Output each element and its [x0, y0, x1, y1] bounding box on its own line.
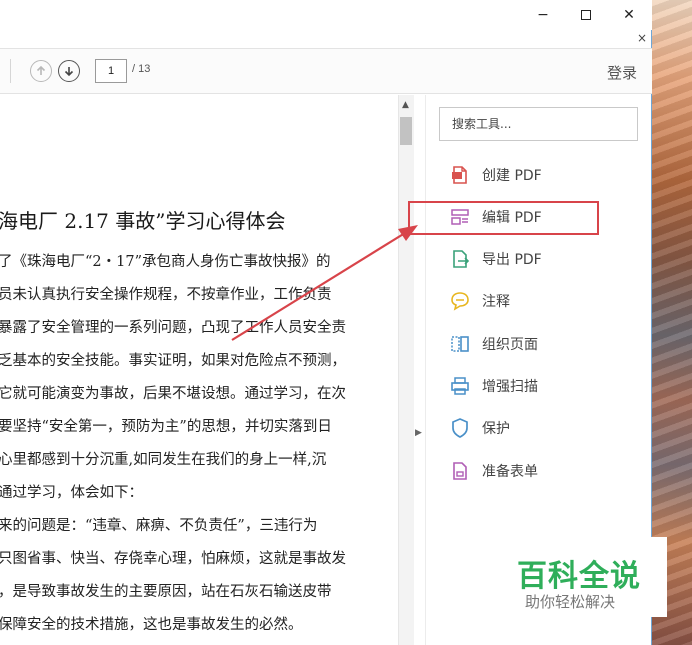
document-line: 乏基本的安全技能。事实证明，如果对危险点不预测， [0, 353, 346, 369]
document-line: 要坚持“安全第一，预防为主”的思想，并切实落到日 [0, 419, 332, 435]
tool-prepare-form[interactable]: 准备表单 [449, 456, 629, 486]
document-line: 通过学习，体会如下： [0, 485, 143, 501]
tab-close-button[interactable]: × [634, 30, 650, 46]
watermark: 百科全说 助你轻松解决 [504, 537, 667, 617]
document-line: ，是导致事故发生的主要原因，站在石灰石输送皮带 [0, 584, 332, 600]
toolbar-divider [10, 59, 11, 83]
edit-pdf-highlight-box [408, 201, 599, 235]
document-line: 了《珠海电厂“2・17”承包商人身伤亡事故快报》的 [0, 254, 331, 270]
tool-label: 准备表单 [482, 464, 538, 480]
tool-export-pdf[interactable]: 导出 PDF [449, 244, 629, 274]
scrollbar-thumb[interactable] [400, 117, 412, 145]
tool-enhance-scan[interactable]: 增强扫描 [449, 371, 629, 401]
create-pdf-icon [449, 164, 471, 186]
document-line: 来的问题是：“违章、麻痹、不负责任”，三违行为 [0, 518, 318, 534]
document-line: 心里都感到十分沉重,如同发生在我们的身上一样,沉 [0, 452, 327, 468]
tool-create-pdf[interactable]: 创建 PDF [449, 160, 629, 190]
minimize-button[interactable]: − [528, 4, 558, 26]
previous-page-button[interactable] [30, 60, 52, 82]
page-number-input[interactable]: 1 [95, 59, 127, 83]
tool-label: 导出 PDF [482, 252, 542, 268]
next-page-button[interactable] [58, 60, 80, 82]
prepare-form-icon [449, 460, 471, 482]
maximize-button[interactable] [571, 4, 601, 26]
tool-label: 组织页面 [482, 337, 538, 353]
organize-pages-icon [449, 333, 471, 355]
title-bar: − ✕ [0, 0, 652, 30]
toolbar: 1 / 13 登录 [0, 48, 652, 94]
vertical-scrollbar[interactable] [398, 95, 414, 645]
export-pdf-icon [449, 248, 471, 270]
enhance-scan-icon [449, 375, 471, 397]
tool-label: 增强扫描 [482, 379, 538, 395]
close-button[interactable]: ✕ [614, 4, 644, 26]
maximize-icon [581, 10, 591, 20]
protect-shield-icon [449, 417, 471, 439]
watermark-title: 百科全说 [517, 559, 641, 594]
document-page: 海电厂 2.17 事故”学习心得体会 了《珠海电厂“2・17”承包商人身伤亡事故… [0, 95, 398, 645]
tool-label: 保护 [482, 421, 510, 437]
page-total: / 13 [132, 63, 151, 75]
document-line: 它就可能演变为事故，后果不堪设想。通过学习，在次 [0, 386, 346, 402]
document-line: 员未认真执行安全操作规程，不按章作业，工作负责 [0, 287, 332, 303]
tool-protect[interactable]: 保护 [449, 413, 629, 443]
document-line: 保障安全的技术措施，这也是事故发生的必然。 [0, 617, 303, 633]
tool-comment[interactable]: 注释 [449, 286, 629, 316]
document-line: 只图省事、快当、存侥幸心理，怕麻烦，这就是事故发 [0, 551, 346, 567]
search-tools-input[interactable]: 搜索工具... [439, 107, 638, 141]
document-line: 暴露了安全管理的一系列问题，凸现了工作人员安全责 [0, 320, 346, 336]
tool-label: 创建 PDF [482, 168, 542, 184]
arrow-up-icon [36, 65, 46, 75]
login-link[interactable]: 登录 [607, 62, 637, 83]
tool-organize-pages[interactable]: 组织页面 [449, 329, 629, 359]
watermark-subtitle: 助你轻松解决 [525, 593, 616, 611]
arrow-down-icon [64, 67, 74, 77]
pdf-reader-window: − ✕ × 1 / 13 登录 海电厂 2.17 事故”学习心得体会 了《珠海电… [0, 0, 667, 645]
document-title: 海电厂 2.17 事故”学习心得体会 [0, 209, 286, 233]
collapse-pane-arrow-icon[interactable]: ▶ [415, 428, 422, 438]
comment-icon [449, 290, 471, 312]
scroll-up-arrow-icon[interactable]: ▲ [402, 100, 409, 110]
tool-label: 注释 [482, 294, 510, 310]
